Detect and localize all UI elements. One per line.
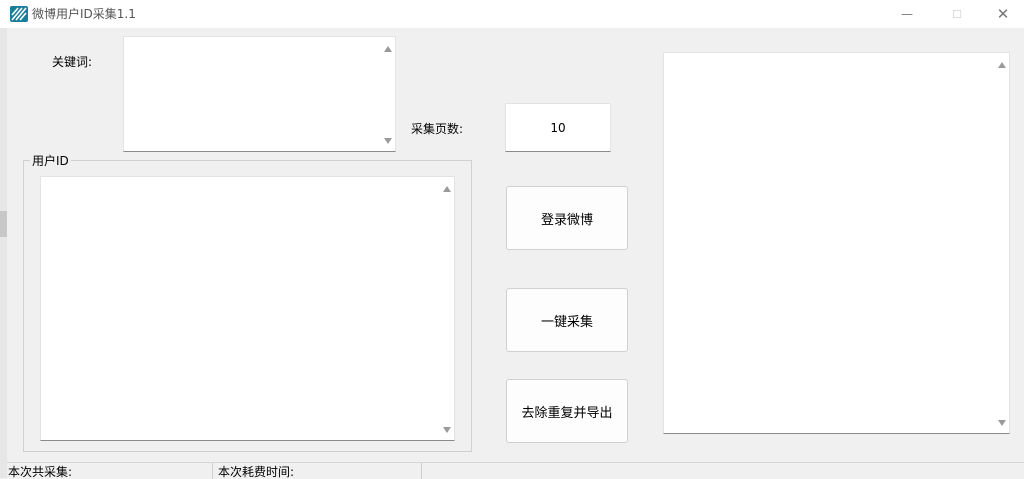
scroll-down-icon[interactable] (443, 427, 451, 433)
status-divider (421, 463, 422, 479)
app-logo-icon (10, 6, 28, 22)
maximize-icon: ☐ (952, 7, 962, 21)
window-title: 微博用户ID采集1.1 (32, 7, 136, 21)
scroll-up-icon[interactable] (443, 186, 451, 192)
output-textarea[interactable] (663, 52, 1010, 434)
close-button[interactable]: ✕ (980, 0, 1024, 28)
scroll-down-icon[interactable] (384, 138, 392, 144)
keyword-textarea[interactable] (123, 36, 396, 152)
one-click-collect-button[interactable]: 一键采集 (506, 288, 628, 352)
minimize-icon: — (901, 7, 913, 21)
total-collected-label: 本次共采集: (8, 465, 73, 479)
pages-label: 采集页数: (411, 122, 464, 136)
title-bar (0, 0, 1024, 28)
scroll-up-icon[interactable] (998, 62, 1006, 68)
user-id-textarea[interactable] (40, 176, 455, 441)
scroll-up-icon[interactable] (384, 46, 392, 52)
dedup-export-button[interactable]: 去除重复并导出 (506, 379, 628, 443)
left-edge-strip (0, 28, 7, 478)
status-divider (212, 463, 213, 479)
login-weibo-button[interactable]: 登录微博 (506, 186, 628, 250)
user-id-group-label: 用户ID (30, 152, 71, 169)
maximize-button[interactable]: ☐ (934, 0, 980, 28)
status-bar: 本次共采集: 本次耗费时间: (7, 462, 1024, 479)
close-icon: ✕ (996, 5, 1010, 23)
minimize-button[interactable]: — (884, 0, 930, 28)
keyword-label: 关键词: (52, 55, 93, 69)
pages-input[interactable]: 10 (505, 103, 611, 152)
scroll-down-icon[interactable] (998, 420, 1006, 426)
time-spent-label: 本次耗费时间: (218, 465, 295, 479)
